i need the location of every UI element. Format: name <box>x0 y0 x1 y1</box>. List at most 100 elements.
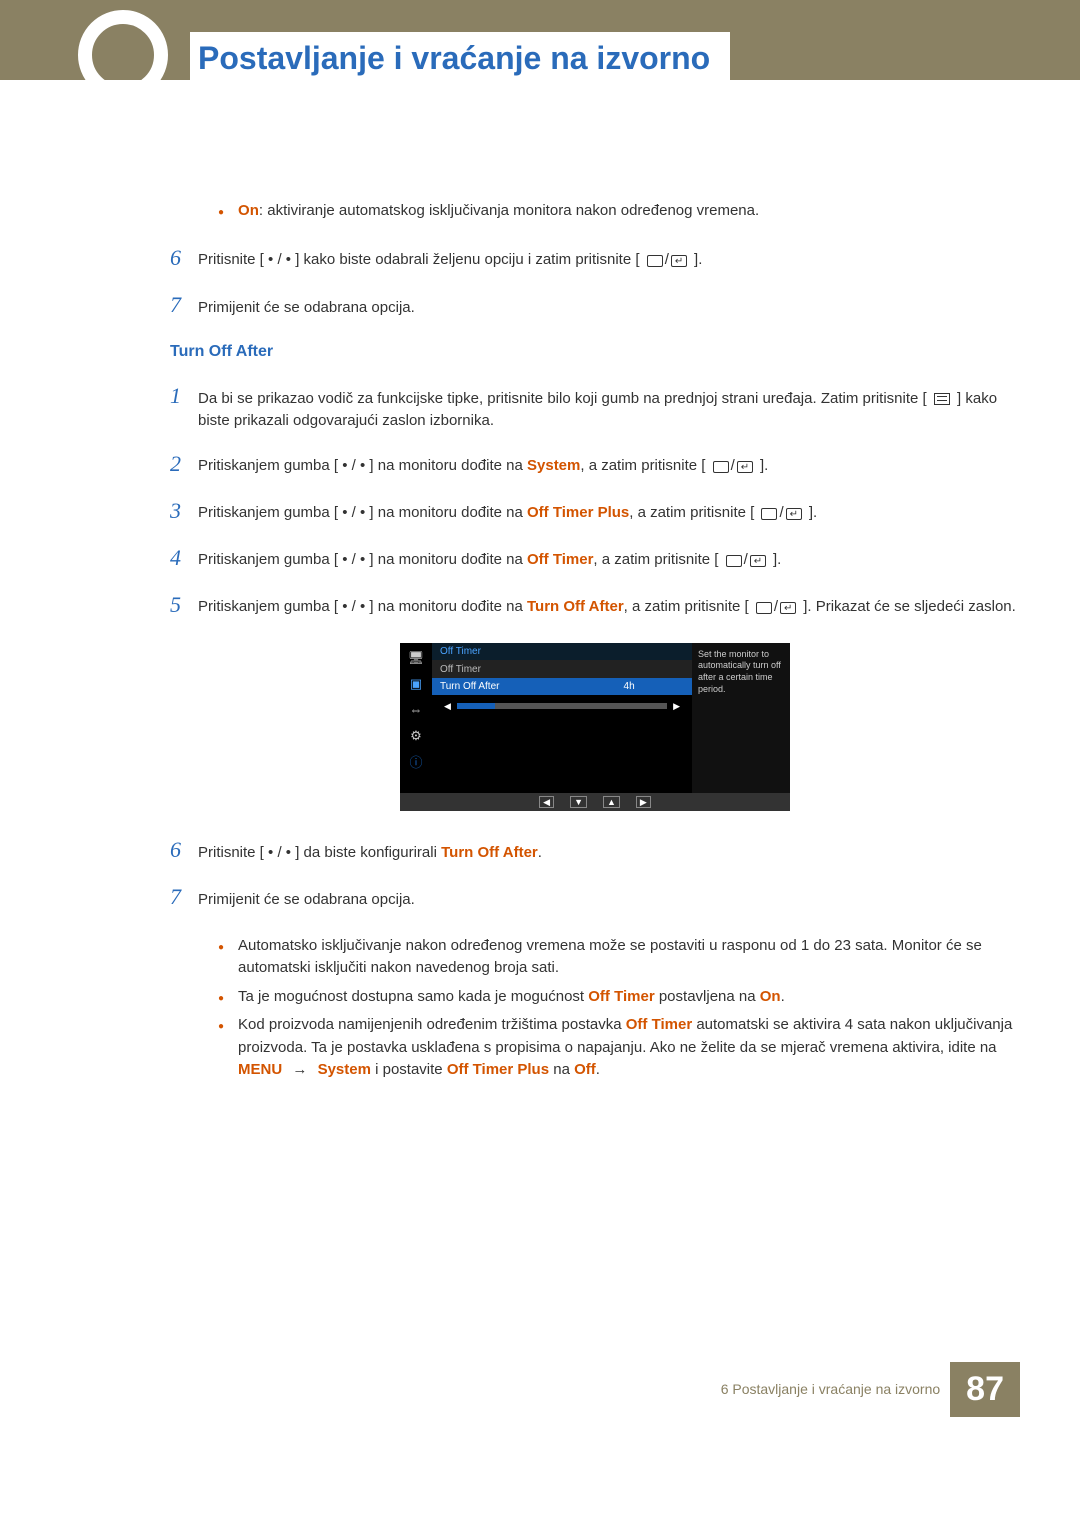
step-number: 2 <box>170 447 198 480</box>
menu-icon <box>934 393 950 405</box>
t: , a zatim pritisnite [ <box>629 505 754 522</box>
t: na <box>549 1061 574 1078</box>
rect-return-icon: / <box>756 596 796 619</box>
hl: Off Timer <box>588 988 654 1005</box>
hl: Off Timer <box>626 1016 692 1033</box>
slider-fill <box>457 703 495 709</box>
bullet-text: On: aktiviranje automatskog isključivanj… <box>238 200 759 223</box>
footer: 6 Postavljanje i vraćanje na izvorno 87 <box>170 1362 1020 1417</box>
step-row: 2 Pritiskanjem gumba [ • / • ] na monito… <box>170 447 1020 480</box>
rect-return-icon: / <box>713 455 753 478</box>
hl: System <box>527 458 580 475</box>
right-arrow-icon: ▶ <box>673 701 680 712</box>
t: ]. <box>760 458 768 475</box>
step-number: 6 <box>170 241 198 274</box>
bullet-item: ● On: aktiviranje automatskog isključiva… <box>218 200 1020 223</box>
t: i postavite <box>371 1061 447 1078</box>
footer-page-number: 87 <box>950 1362 1020 1417</box>
step-row: 3 Pritiskanjem gumba [ • / • ] na monito… <box>170 494 1020 527</box>
t: Pritiskanjem gumba [ • / • ] na monitoru… <box>198 505 527 522</box>
note-text: Kod proizvoda namijenjenih određenim trž… <box>238 1014 1020 1082</box>
step-text: Da bi se prikazao vodič za funkcijske ti… <box>198 388 1020 433</box>
step-row: 6 Pritisnite [ • / • ] da biste konfigur… <box>170 833 1020 866</box>
header-bar: Postavljanje i vraćanje na izvorno <box>0 0 1080 80</box>
hl: Off Timer Plus <box>447 1061 549 1078</box>
bullet-body: : aktiviranje automatskog isključivanja … <box>259 202 759 219</box>
t: , a zatim pritisnite [ <box>624 599 749 616</box>
step-pre: Pritisnite [ • / • ] kako biste odabrali… <box>198 252 640 269</box>
note-text: Automatsko isključivanje nakon određenog… <box>238 935 1020 980</box>
t: Pritiskanjem gumba [ • / • ] na monitoru… <box>198 552 527 569</box>
top-bullet-block: ● On: aktiviranje automatskog isključiva… <box>218 200 1020 223</box>
osd-selected-value: 4h <box>574 681 684 692</box>
t: postavljena na <box>655 988 760 1005</box>
hl: On <box>760 988 781 1005</box>
osd-header: Off Timer <box>432 643 692 661</box>
step-text: Pritiskanjem gumba [ • / • ] na monitoru… <box>198 549 1020 572</box>
info-icon: ⓘ <box>407 753 425 771</box>
hl: Turn Off After <box>527 599 624 616</box>
step-text: Primijenit će se odabrana opcija. <box>198 297 1020 320</box>
t: . <box>781 988 785 1005</box>
bullet-icon: ● <box>218 991 224 1006</box>
osd-screenshot: 🖥 ▣ ⇔ ⚙ ⓘ Off Timer Off Timer Turn Off A… <box>400 643 790 811</box>
osd-sub: Off Timer <box>432 661 692 678</box>
gear-icon: ⚙ <box>407 727 425 745</box>
step-text: Pritiskanjem gumba [ • / • ] na monitoru… <box>198 502 1020 525</box>
step-number: 7 <box>170 880 198 913</box>
rect-return-icon: / <box>647 249 687 272</box>
t: Da bi se prikazao vodič za funkcijske ti… <box>198 390 927 407</box>
osd-description: Set the monitor to automatically turn of… <box>692 643 790 793</box>
nav-down-icon: ▼ <box>570 796 587 808</box>
notes-block: ● Automatsko isključivanje nakon određen… <box>218 935 1020 1082</box>
step-row: 5 Pritiskanjem gumba [ • / • ] na monito… <box>170 588 1020 621</box>
step-post: ]. <box>694 252 702 269</box>
hl: Off Timer Plus <box>527 505 629 522</box>
step-row: 7 Primijenit će se odabrana opcija. <box>170 880 1020 913</box>
nav-left-icon: ◀ <box>539 796 554 808</box>
t: ]. <box>809 505 817 522</box>
section-title: Turn Off After <box>170 343 1020 361</box>
t: , a zatim pritisnite [ <box>580 458 705 475</box>
note-item: ● Kod proizvoda namijenjenih određenim t… <box>218 1014 1020 1082</box>
note-item: ● Ta je mogućnost dostupna samo kada je … <box>218 986 1020 1009</box>
nav-up-icon: ▲ <box>603 796 620 808</box>
step-number: 6 <box>170 833 198 866</box>
bullet-icon: ● <box>218 205 224 220</box>
bullet-icon: ● <box>218 1019 224 1034</box>
t: Pritiskanjem gumba [ • / • ] na monitoru… <box>198 599 527 616</box>
t: . <box>596 1061 600 1078</box>
note-item: ● Automatsko isključivanje nakon određen… <box>218 935 1020 980</box>
step-row: 6 Pritisnite [ • / • ] kako biste odabra… <box>170 241 1020 274</box>
t: Pritisnite [ • / • ] da biste konfigurir… <box>198 844 441 861</box>
content: ● On: aktiviranje automatskog isključiva… <box>0 80 1080 1477</box>
steps-group-c: 6 Pritisnite [ • / • ] da biste konfigur… <box>170 833 1020 913</box>
monitor-icon: 🖥 <box>407 649 425 667</box>
step-text: Primijenit će se odabrana opcija. <box>198 889 1020 912</box>
osd-slider: ◀ ▶ <box>432 695 692 722</box>
left-arrow-icon: ◀ <box>444 701 451 712</box>
hl: Turn Off After <box>441 844 538 861</box>
osd-sidebar-icons: 🖥 ▣ ⇔ ⚙ ⓘ <box>400 643 432 793</box>
footer-chapter: 6 Postavljanje i vraćanje na izvorno <box>721 1381 940 1397</box>
step-number: 4 <box>170 541 198 574</box>
step-row: 4 Pritiskanjem gumba [ • / • ] na monito… <box>170 541 1020 574</box>
hl: Off <box>574 1061 596 1078</box>
osd-main: Off Timer Off Timer Turn Off After 4h ◀ … <box>432 643 692 793</box>
osd-selected-label: Turn Off After <box>440 681 574 692</box>
t: ]. Prikazat će se sljedeći zaslon. <box>803 599 1016 616</box>
note-text: Ta je mogućnost dostupna samo kada je mo… <box>238 986 785 1009</box>
step-number: 5 <box>170 588 198 621</box>
step-text: Pritisnite [ • / • ] kako biste odabrali… <box>198 249 1020 272</box>
picture-icon: ▣ <box>407 675 425 693</box>
step-text: Pritiskanjem gumba [ • / • ] na monitoru… <box>198 596 1020 619</box>
t: , a zatim pritisnite [ <box>593 552 718 569</box>
step-row: 1 Da bi se prikazao vodič za funkcijske … <box>170 379 1020 433</box>
t: . <box>538 844 542 861</box>
bullet-highlight: On <box>238 202 259 219</box>
arrow: → <box>288 1061 311 1078</box>
step-row: 7 Primijenit će se odabrana opcija. <box>170 288 1020 321</box>
rect-return-icon: / <box>761 502 801 525</box>
t: Kod proizvoda namijenjenih određenim trž… <box>238 1016 626 1033</box>
position-icon: ⇔ <box>407 701 425 719</box>
